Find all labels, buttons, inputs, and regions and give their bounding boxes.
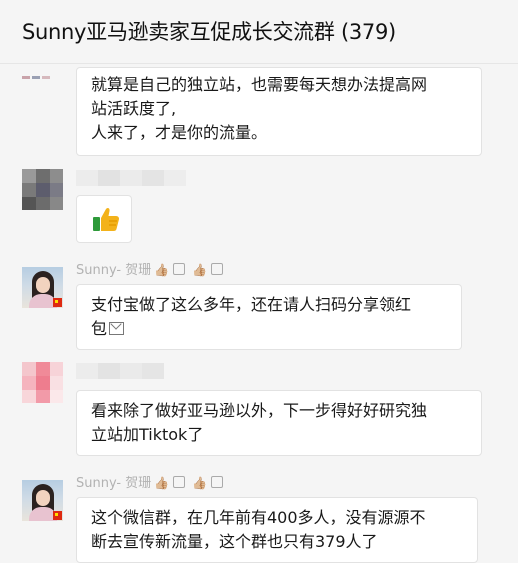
avatar-blurred-1[interactable] xyxy=(22,169,63,210)
square-icon xyxy=(173,263,186,275)
message-text: 包 xyxy=(91,319,108,338)
square-icon xyxy=(173,476,186,488)
thumbs-up-icon: 👍🏼 xyxy=(192,263,208,277)
thumbs-up-icon: 👍🏼 xyxy=(154,263,170,277)
square-icon xyxy=(211,476,224,488)
message-line: 人来了，才是你的流量。 xyxy=(91,123,268,142)
sender-name: Sunny- 贺珊 👍🏼 👍🏼 xyxy=(76,472,224,491)
message-line: 支付宝做了这么多年，还在请人扫码分享领红 xyxy=(91,295,412,314)
square-icon xyxy=(211,263,224,275)
chat-header: Sunny亚马逊卖家互促成长交流群 (379) xyxy=(0,0,518,64)
sender-name: Sunny- 贺珊 👍🏼 👍🏼 xyxy=(76,259,224,278)
sender-name-text: Sunny- 贺珊 xyxy=(76,476,152,491)
message-line: 看来除了做好亚马逊以外，下一步得好好研究独 xyxy=(91,401,428,420)
chat-title[interactable]: Sunny亚马逊卖家互促成长交流群 (379) xyxy=(22,16,396,46)
sender-name-text: Sunny- 贺珊 xyxy=(76,263,152,278)
message-bubble-5[interactable]: 这个微信群，在几年前有400多人，没有源源不 断去宣传新流量，这个群也只有379… xyxy=(76,497,478,563)
message-bubble-4[interactable]: 看来除了做好亚马逊以外，下一步得好好研究独 立站加Tiktok了 xyxy=(76,390,482,456)
china-flag-icon xyxy=(53,511,62,520)
message-line: 立站加Tiktok了 xyxy=(91,425,204,444)
message-line: 站活跃度了, xyxy=(91,99,177,118)
thumbs-up-icon xyxy=(93,207,120,231)
avatar-blurred-2[interactable] xyxy=(22,362,63,403)
china-flag-icon xyxy=(53,298,62,307)
message-bubble-2[interactable] xyxy=(76,195,132,243)
message-bubble-1[interactable]: 就算是自己的独立站，也需要每天想办法提高网 站活跃度了, 人来了，才是你的流量。 xyxy=(76,67,482,156)
message-line: 就算是自己的独立站，也需要每天想办法提高网 xyxy=(91,75,428,94)
avatar-sunny-2[interactable] xyxy=(22,480,63,521)
previous-avatar-partial xyxy=(22,64,58,79)
message-line: 这个微信群，在几年前有400多人，没有源源不 xyxy=(91,508,426,527)
avatar-sunny-1[interactable] xyxy=(22,267,63,308)
thumbs-up-icon: 👍🏼 xyxy=(192,476,208,490)
message-line: 包 xyxy=(91,317,449,341)
envelope-icon xyxy=(109,322,125,335)
message-bubble-3[interactable]: 支付宝做了这么多年，还在请人扫码分享领红 包 xyxy=(76,284,462,350)
sender-name-blurred xyxy=(76,170,186,186)
sender-name-blurred xyxy=(76,363,164,379)
thumbs-up-icon: 👍🏼 xyxy=(154,476,170,490)
message-line: 断去宣传新流量，这个群也只有379人了 xyxy=(91,532,378,551)
